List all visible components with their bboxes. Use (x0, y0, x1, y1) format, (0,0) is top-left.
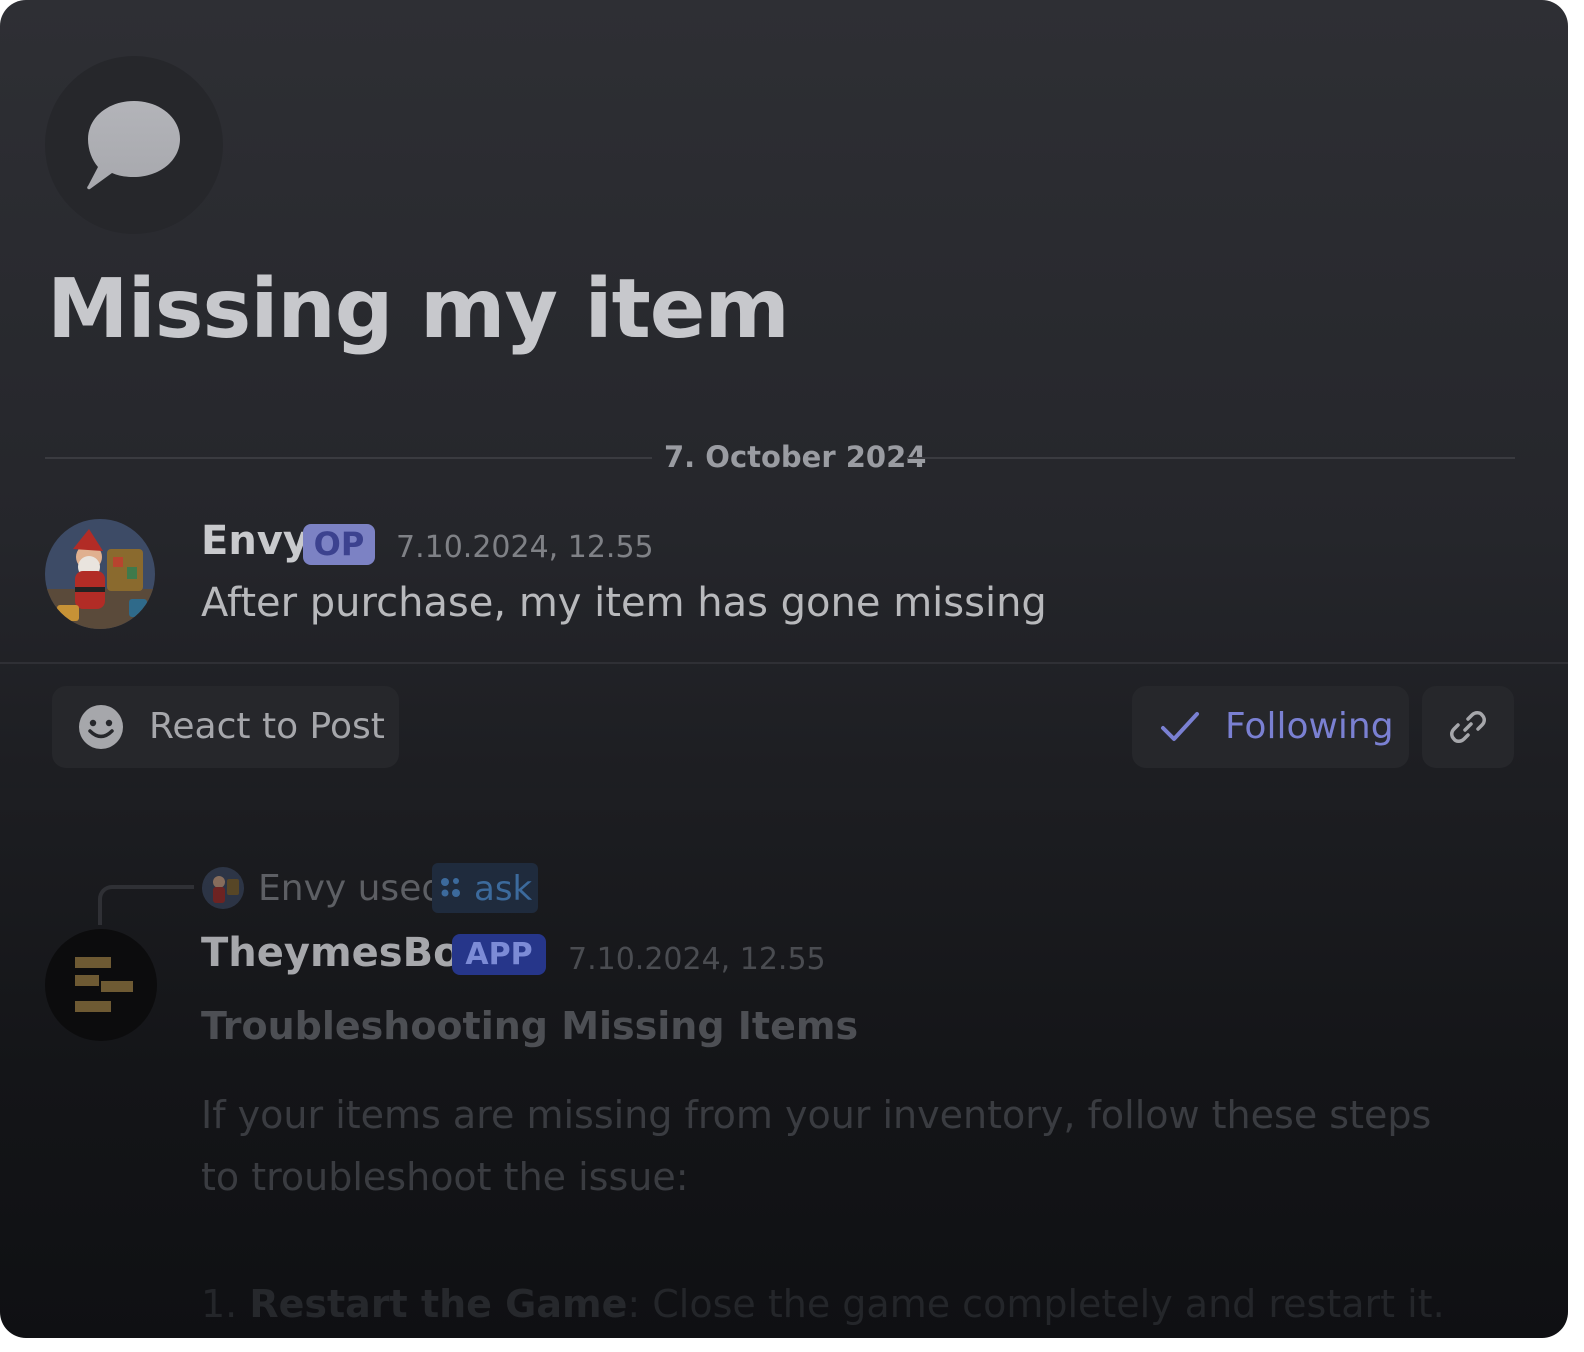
bot-avatar[interactable] (45, 929, 157, 1041)
embed-title: Troubleshooting Missing Items (201, 1004, 859, 1048)
op-avatar[interactable] (45, 519, 155, 629)
section-band (0, 788, 1568, 810)
bot-timestamp: 7.10.2024, 12.55 (568, 942, 826, 977)
slash-command-icon (441, 878, 460, 897)
op-message-text: After purchase, my item has gone missing (201, 580, 1047, 626)
op-timestamp: 7.10.2024, 12.55 (396, 530, 654, 565)
step-title: Restart the Game (249, 1282, 628, 1326)
command-chip[interactable]: ask (432, 863, 538, 913)
embed-description: If your items are missing from your inve… (201, 1093, 1432, 1199)
invoker-text: Envy used (258, 868, 445, 909)
op-badge: OP (303, 524, 375, 565)
following-button[interactable]: Following (1132, 686, 1409, 768)
react-to-post-button[interactable]: React to Post (52, 686, 399, 768)
thread-panel: Missing my item 7. October 2024 Envy OP … (0, 0, 1568, 1338)
following-label: Following (1225, 706, 1394, 747)
thread-icon-circle (45, 56, 223, 234)
invoker-avatar[interactable] (202, 867, 244, 909)
react-to-post-label: React to Post (149, 706, 385, 747)
troubleshoot-step-1: 1. Restart the Game: Close the game comp… (201, 1282, 1445, 1326)
chat-bubble-icon (87, 101, 180, 190)
copy-link-button[interactable] (1422, 686, 1514, 768)
step-number: 1. (201, 1282, 238, 1326)
app-badge: APP (452, 934, 546, 975)
command-name: ask (474, 869, 533, 909)
op-author-name[interactable]: Envy (201, 518, 309, 564)
date-divider-line-left (45, 457, 652, 459)
post-separator (0, 662, 1568, 664)
thread-title: Missing my item (47, 262, 790, 357)
checkmark-icon (1161, 712, 1199, 741)
date-divider-line-right (908, 457, 1515, 459)
link-icon (1450, 711, 1486, 743)
reply-connector (98, 885, 194, 925)
bot-author-name[interactable]: TheymesBot (201, 930, 480, 976)
date-divider: 7. October 2024 (664, 440, 927, 474)
smiley-face-icon (79, 705, 123, 749)
step-text: : Close the game completely and restart … (627, 1282, 1445, 1326)
